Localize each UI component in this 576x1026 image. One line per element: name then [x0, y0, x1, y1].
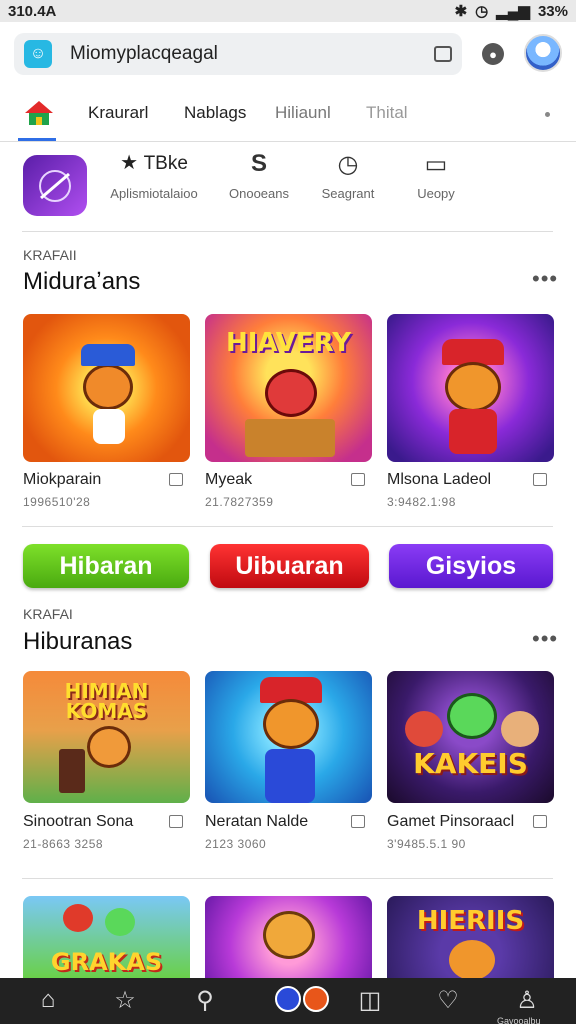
game-card-meta: 3:9482.1:98 — [387, 495, 456, 509]
featured-app-icon[interactable] — [23, 155, 87, 216]
star-icon[interactable]: ☆ — [110, 986, 140, 1016]
external-link-icon[interactable] — [169, 815, 183, 828]
tab-nablags[interactable]: Nablags — [184, 103, 246, 123]
home-icon[interactable]: ⌂ — [33, 986, 63, 1016]
game-card-meta: 21-8663 3258 — [23, 837, 104, 851]
tab-home[interactable] — [22, 98, 56, 142]
bottom-nav-label: Gavooalbu — [497, 1016, 541, 1026]
heart-icon[interactable]: ♡ — [433, 986, 463, 1016]
status-bar: 310.4A ✱ ◷ ▂▄▆ 33% — [0, 0, 576, 22]
game-card-title[interactable]: Myeak — [205, 471, 252, 489]
game-card-title[interactable]: Sinootran Sona — [23, 813, 133, 831]
game-art-title: KAKEIS — [413, 747, 528, 780]
game-card-image[interactable]: HIMIAN KOMAS — [23, 671, 190, 803]
external-link-icon[interactable] — [169, 473, 183, 486]
alarm-icon: ◷ — [475, 3, 489, 20]
s-logo-icon: S — [250, 150, 267, 177]
profile-icon[interactable]: ♙ — [512, 986, 542, 1016]
game-card-image[interactable] — [205, 896, 372, 978]
tab-bar: Kraurarl Nablags Hiliaunl Thital — [0, 88, 576, 142]
external-link-icon[interactable] — [533, 815, 547, 828]
game-card-image[interactable]: HIAVERY — [205, 314, 372, 462]
quick-label: Seagrant — [321, 186, 375, 201]
external-link-icon[interactable] — [351, 473, 365, 486]
chat-icon: ▭ — [424, 151, 448, 178]
game-card-meta: 21.7827359 — [205, 495, 274, 509]
status-time: 310.4A — [8, 2, 57, 20]
search-icon[interactable]: ⚲ — [190, 986, 220, 1016]
section-kicker: KRAFAI — [23, 606, 73, 622]
divider — [22, 526, 553, 527]
section-title: Miduraʼans — [23, 268, 141, 295]
more-options-icon[interactable]: ••• — [532, 626, 558, 652]
home-icon — [25, 101, 53, 125]
more-options-icon[interactable]: ••• — [532, 266, 558, 292]
tab-hiliaunl[interactable]: Hiliaunl — [275, 103, 331, 123]
quick-label: Onooeans — [229, 186, 289, 201]
divider — [22, 878, 553, 879]
game-card-title[interactable]: Gamet Pinsoraacl — [387, 813, 514, 831]
tab-kraurarl[interactable]: Kraurarl — [88, 103, 148, 123]
game-card-title[interactable]: Neratan Nalde — [205, 813, 308, 831]
game-card-image[interactable]: HIERIIS — [387, 896, 554, 978]
section-title: Hiburanas — [23, 628, 133, 655]
quick-action-seagrant[interactable]: ◷ Seagrant — [318, 150, 378, 230]
game-card-image[interactable]: KAKEIS — [387, 671, 554, 803]
signal-icon: ▂▄▆ — [496, 3, 530, 20]
game-art-title: HIERIIS — [416, 906, 525, 936]
game-art-title: HIMIAN KOMAS — [64, 679, 149, 723]
tab-thital[interactable]: Thital — [366, 103, 408, 123]
quick-label: Ueopy — [417, 186, 455, 201]
game-art-title: HIAVERY — [225, 328, 352, 358]
game-card-meta: 2123 3060 — [205, 837, 267, 851]
quick-action-ueopy[interactable]: ▭ Ueopy — [414, 150, 458, 230]
tabs-overflow-icon[interactable] — [545, 112, 550, 117]
external-link-icon[interactable] — [351, 815, 365, 828]
url-text[interactable]: Miomyplacqeagal — [70, 43, 434, 65]
quick-subtitle: Aplismiotalaioo — [110, 186, 198, 201]
site-favicon-icon: ☺ — [24, 40, 52, 68]
quick-title: TBke — [143, 153, 188, 174]
game-art-title: GRAKAS — [50, 948, 163, 976]
game-card-meta: 3'9485.5.1 90 — [387, 837, 466, 851]
star-icon: ★ — [120, 152, 138, 174]
pen-icon — [39, 169, 71, 202]
game-card-meta: 1996510'28 — [23, 495, 91, 509]
tabs-icon[interactable]: ◫ — [355, 986, 385, 1016]
game-card-image[interactable] — [205, 671, 372, 803]
bottom-nav: ⌂ ☆ ⚲ ◫ ♡ ♙ Gavooalbu — [0, 978, 576, 1026]
tab-switcher-icon[interactable] — [434, 46, 452, 62]
bluetooth-icon: ✱ — [454, 3, 468, 20]
app-switcher-icon[interactable] — [274, 986, 330, 1016]
battery-level: 33% — [537, 2, 568, 20]
clock-icon: ◷ — [337, 151, 359, 178]
quick-action-onooeans[interactable]: S Onooeans — [226, 150, 292, 230]
section-kicker: KRAFAII — [23, 247, 77, 263]
address-bar[interactable]: ☺ Miomyplacqeagal — [14, 33, 462, 75]
menu-icon[interactable]: ● — [482, 43, 504, 65]
game-card-image[interactable]: GRAKAS — [23, 896, 190, 978]
game-card-title[interactable]: Miokparain — [23, 471, 101, 489]
category-button-hibaran[interactable]: Hibaran — [23, 544, 189, 588]
game-card-image[interactable] — [387, 314, 554, 462]
game-card-title[interactable]: Mlsona Ladeol — [387, 471, 491, 489]
avatar[interactable] — [524, 34, 562, 72]
divider — [22, 231, 553, 232]
game-card-image[interactable] — [23, 314, 190, 462]
external-link-icon[interactable] — [533, 473, 547, 486]
category-button-gisyios[interactable]: Gisyios — [389, 544, 553, 588]
active-tab-indicator — [18, 138, 56, 141]
category-button-uibuaran[interactable]: Uibuaran — [210, 544, 369, 588]
quick-action-tbke[interactable]: ★ TBke Aplismiotalaioo — [100, 150, 208, 230]
